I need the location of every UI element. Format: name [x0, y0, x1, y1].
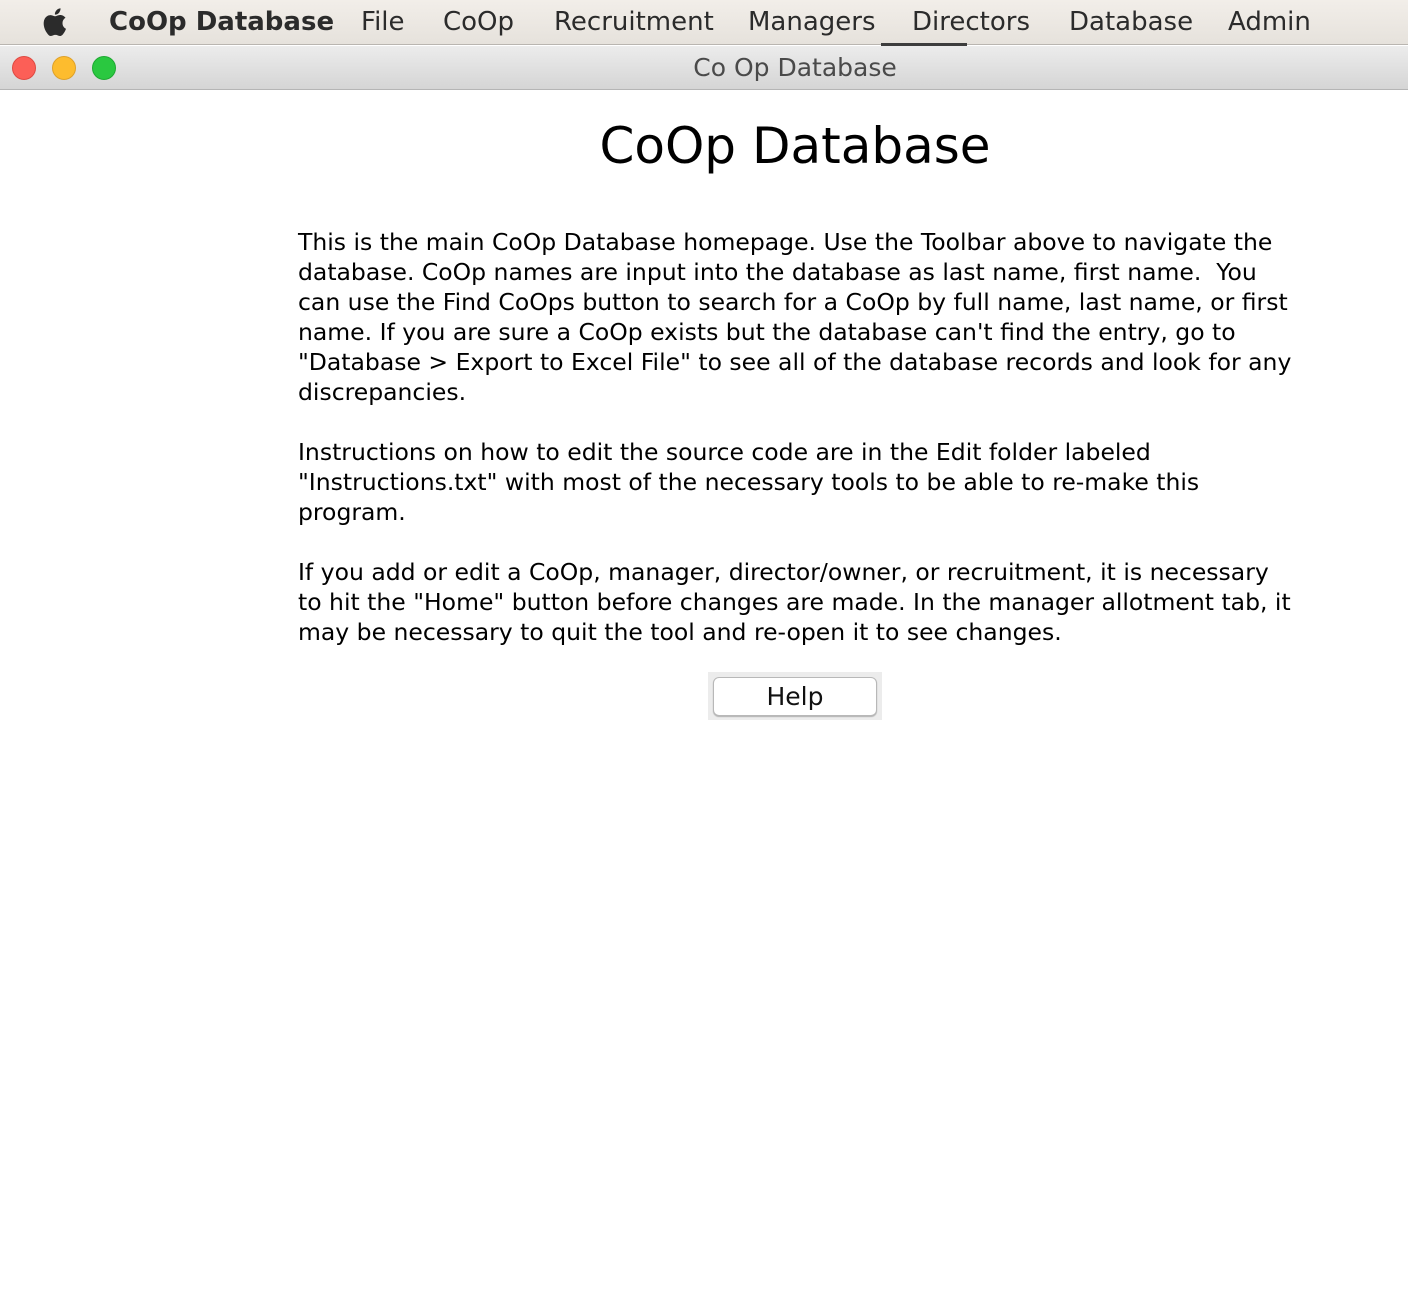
- menu-database[interactable]: Database: [1069, 5, 1193, 39]
- menu-recruitment[interactable]: Recruitment: [554, 5, 714, 39]
- menu-directors[interactable]: Directors: [912, 5, 1030, 39]
- menu-file[interactable]: File: [361, 5, 405, 39]
- menu-coop[interactable]: CoOp: [443, 5, 514, 39]
- window-title: Co Op Database: [693, 53, 897, 82]
- menu-admin[interactable]: Admin: [1228, 5, 1311, 39]
- menu-managers[interactable]: Managers: [748, 5, 876, 39]
- window-titlebar[interactable]: Co Op Database: [0, 46, 1408, 90]
- changes-paragraph: If you add or edit a CoOp, manager, dire…: [298, 558, 1299, 646]
- help-button[interactable]: Help: [713, 677, 877, 716]
- help-button-frame: Help: [708, 672, 882, 720]
- source-code-paragraph: Instructions on how to edit the source c…: [298, 438, 1207, 526]
- page-title: CoOp Database: [599, 117, 991, 175]
- menu-bar: CoOp Database File CoOp Recruitment Mana…: [0, 0, 1408, 46]
- menu-app-name[interactable]: CoOp Database: [109, 5, 334, 39]
- instructions-text: This is the main CoOp Database homepage.…: [298, 227, 1298, 677]
- apple-logo-icon[interactable]: [40, 5, 72, 39]
- intro-paragraph: This is the main CoOp Database homepage.…: [298, 228, 1299, 406]
